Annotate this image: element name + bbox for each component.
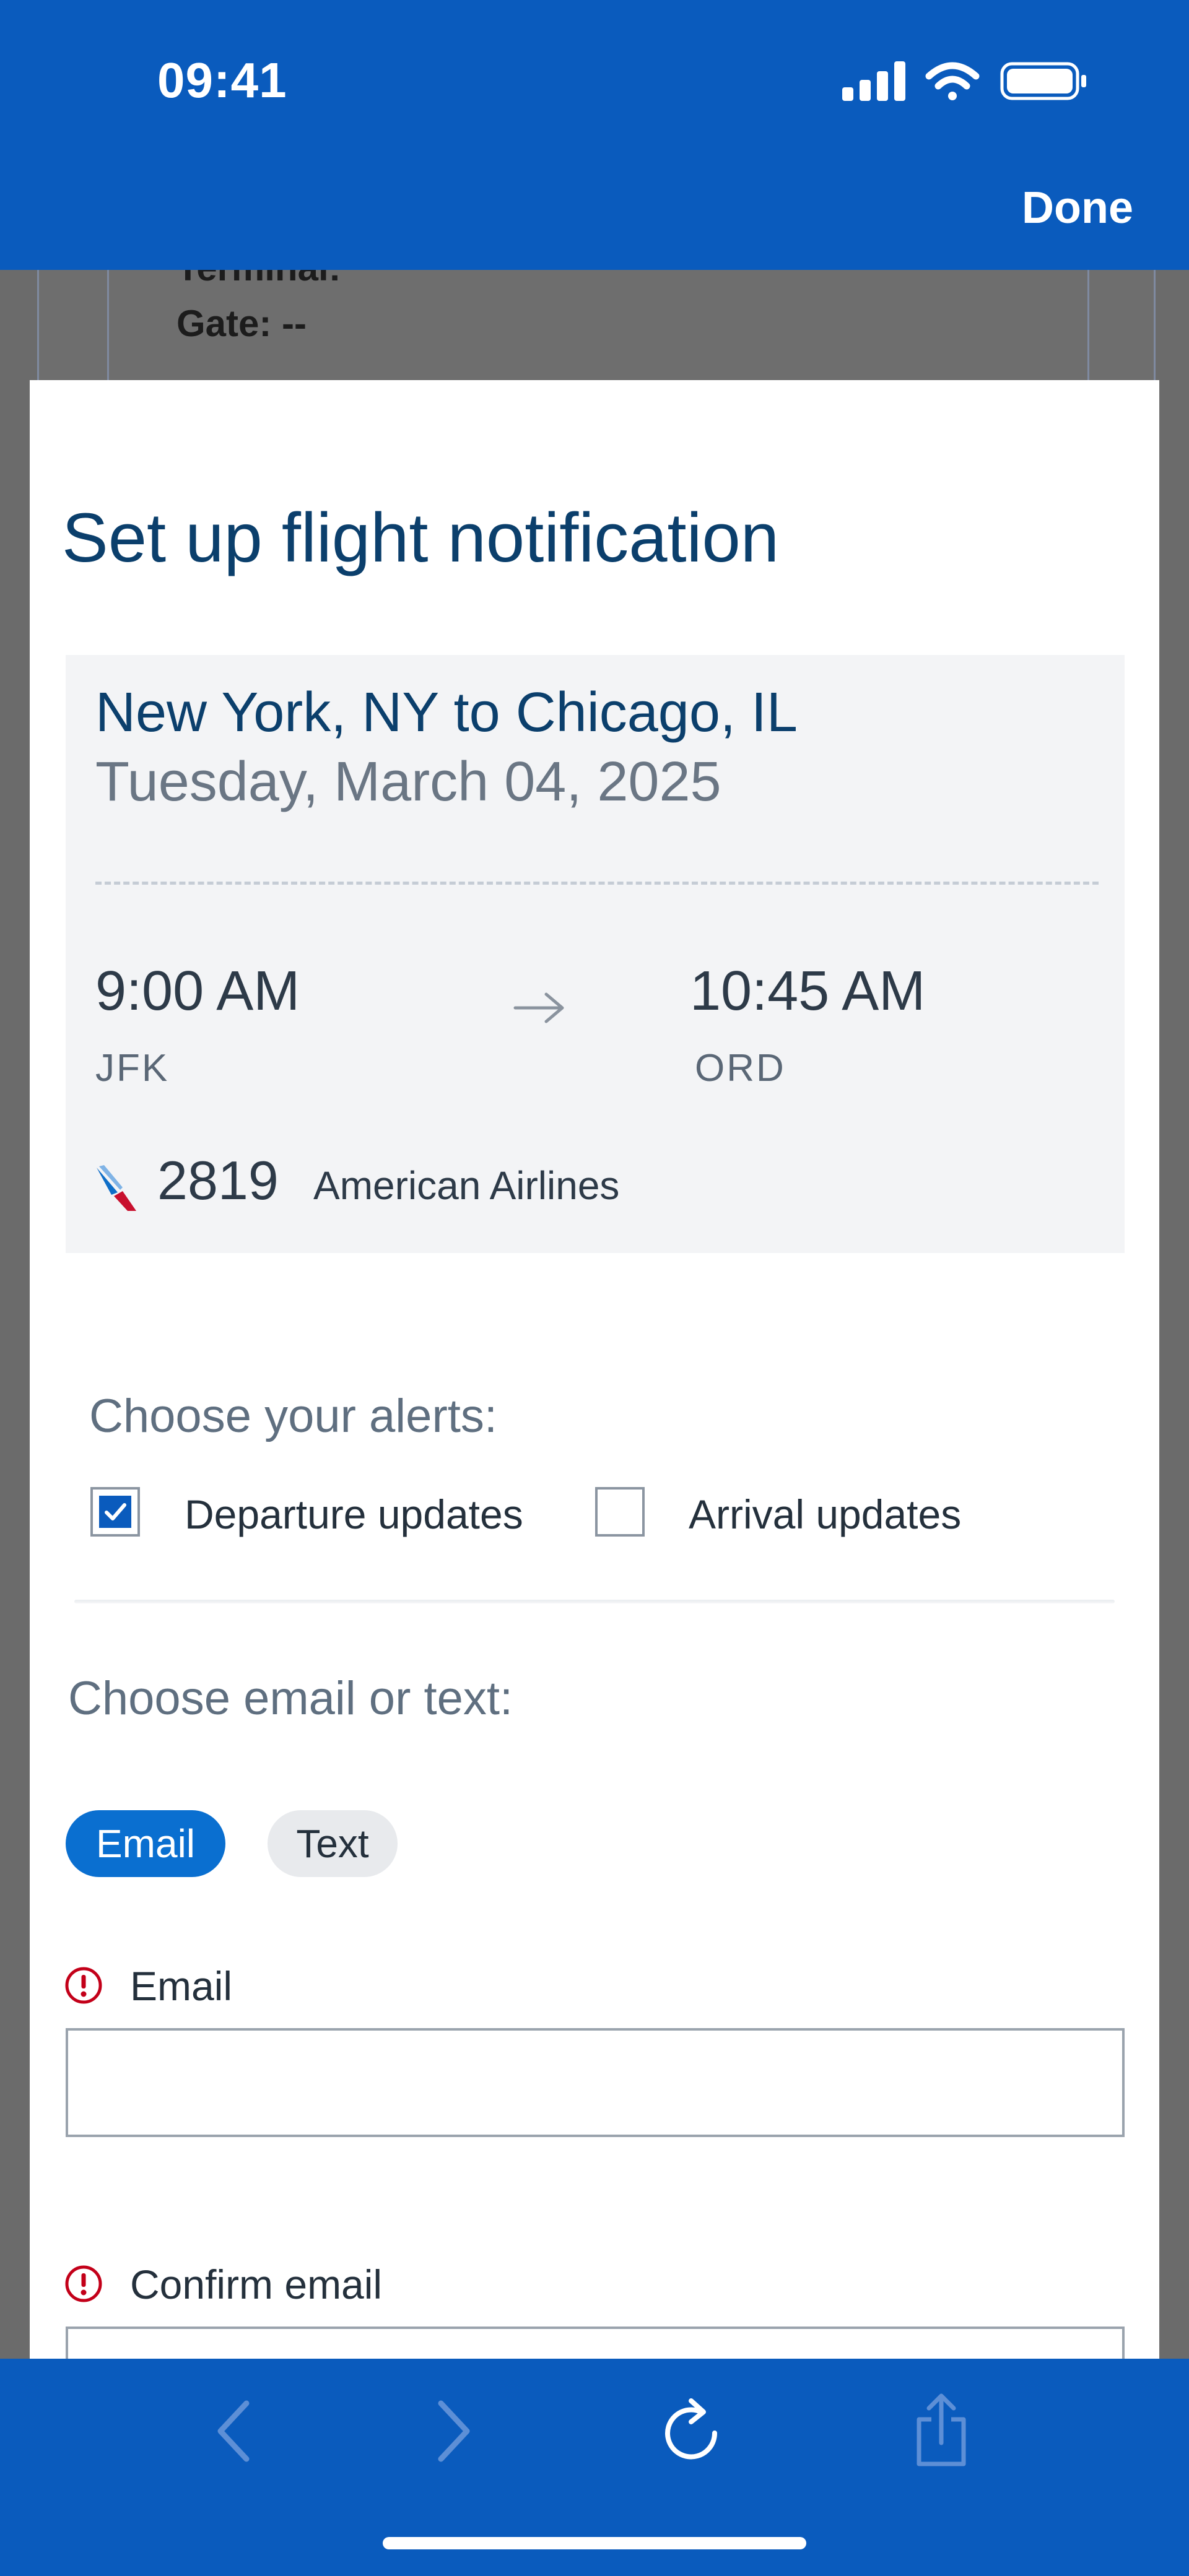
flight-route: New York, NY to Chicago, IL bbox=[95, 682, 798, 744]
error-alert-icon bbox=[64, 2265, 103, 2303]
reload-icon bbox=[665, 2398, 718, 2460]
departure-time: 9:00 AM bbox=[95, 960, 300, 1022]
arrow-right-icon bbox=[512, 989, 567, 1030]
status-icons-svg bbox=[842, 61, 1086, 101]
email-option-button[interactable]: Email bbox=[66, 1810, 225, 1877]
arrival-updates-label[interactable]: Arrival updates bbox=[689, 1491, 961, 1538]
modal-title: Set up flight notification bbox=[62, 499, 780, 576]
arrival-airport-code: ORD bbox=[695, 1047, 786, 1090]
section-divider bbox=[74, 1600, 1115, 1603]
browser-toolbar bbox=[0, 2359, 1189, 2576]
chevron-right-icon bbox=[438, 2400, 470, 2462]
chevron-left-icon bbox=[217, 2400, 250, 2462]
departure-airport-code: JFK bbox=[95, 1047, 170, 1090]
flight-summary-card: New York, NY to Chicago, IL Tuesday, Mar… bbox=[66, 655, 1125, 1253]
share-icon bbox=[917, 2393, 966, 2466]
email-field[interactable] bbox=[66, 2028, 1125, 2137]
status-icons bbox=[842, 59, 1090, 106]
home-indicator bbox=[383, 2537, 806, 2549]
departure-updates-label[interactable]: Departure updates bbox=[185, 1491, 523, 1538]
done-button[interactable]: Done bbox=[1022, 183, 1133, 233]
background-gate-text: Gate: -- bbox=[176, 303, 307, 344]
contact-method-heading: Choose email or text: bbox=[68, 1672, 513, 1725]
alerts-heading: Choose your alerts: bbox=[89, 1390, 497, 1442]
share-button[interactable] bbox=[910, 2391, 972, 2474]
checkmark-icon bbox=[105, 1503, 126, 1520]
text-option-button[interactable]: Text bbox=[268, 1810, 398, 1877]
confirm-email-field-label: Confirm email bbox=[130, 2262, 383, 2307]
arrival-time: 10:45 AM bbox=[690, 960, 926, 1022]
dashed-divider bbox=[95, 882, 1099, 885]
email-field-label: Email bbox=[130, 1963, 233, 2009]
status-time: 09:41 bbox=[157, 53, 287, 108]
checkbox-fill bbox=[99, 1496, 131, 1528]
flight-date: Tuesday, March 04, 2025 bbox=[95, 751, 721, 813]
error-alert-icon bbox=[64, 1966, 103, 2005]
back-button[interactable] bbox=[208, 2391, 258, 2474]
battery-icon bbox=[1000, 62, 1086, 100]
flight-notification-modal: Set up flight notification New York, NY … bbox=[30, 380, 1159, 2398]
browser-header: 09:41 Done bbox=[0, 0, 1189, 270]
forward-button[interactable] bbox=[430, 2391, 479, 2474]
arrival-updates-checkbox[interactable] bbox=[595, 1487, 645, 1537]
reload-button[interactable] bbox=[656, 2391, 725, 2474]
cellular-signal-icon bbox=[842, 61, 905, 101]
american-airlines-logo bbox=[93, 1163, 142, 1215]
airline-name: American Airlines bbox=[313, 1163, 620, 1208]
wifi-icon bbox=[925, 62, 980, 100]
departure-updates-checkbox[interactable] bbox=[90, 1487, 140, 1537]
flight-number: 2819 bbox=[157, 1150, 279, 1211]
